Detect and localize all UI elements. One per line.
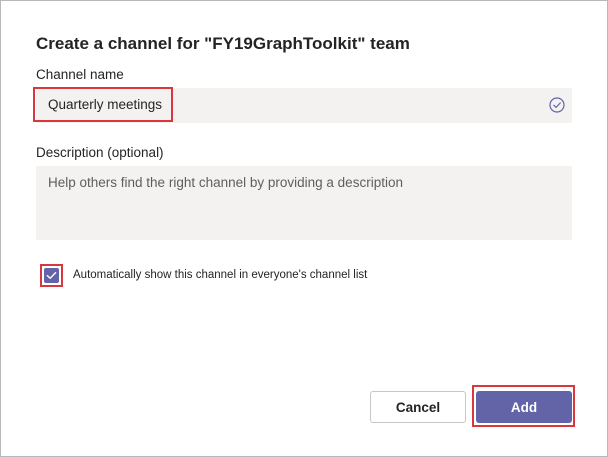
- auto-show-label: Automatically show this channel in every…: [73, 269, 368, 281]
- checkbox-fill: [44, 268, 59, 283]
- create-channel-dialog: Create a channel for "FY19GraphToolkit" …: [0, 0, 608, 457]
- check-circle-icon: [549, 97, 565, 113]
- checkmark-icon: [46, 271, 57, 279]
- channel-name-input[interactable]: Quarterly meetings: [36, 88, 572, 123]
- channel-name-value: Quarterly meetings: [48, 97, 163, 112]
- auto-show-checkbox[interactable]: [40, 264, 63, 287]
- description-field[interactable]: Help others find the right channel by pr…: [36, 166, 572, 240]
- channel-name-label: Channel name: [36, 67, 124, 82]
- cancel-button[interactable]: Cancel: [370, 391, 466, 423]
- add-button[interactable]: Add: [476, 391, 572, 423]
- description-label: Description (optional): [36, 145, 164, 160]
- description-placeholder: Help others find the right channel by pr…: [48, 175, 403, 190]
- dialog-title: Create a channel for "FY19GraphToolkit" …: [36, 34, 410, 53]
